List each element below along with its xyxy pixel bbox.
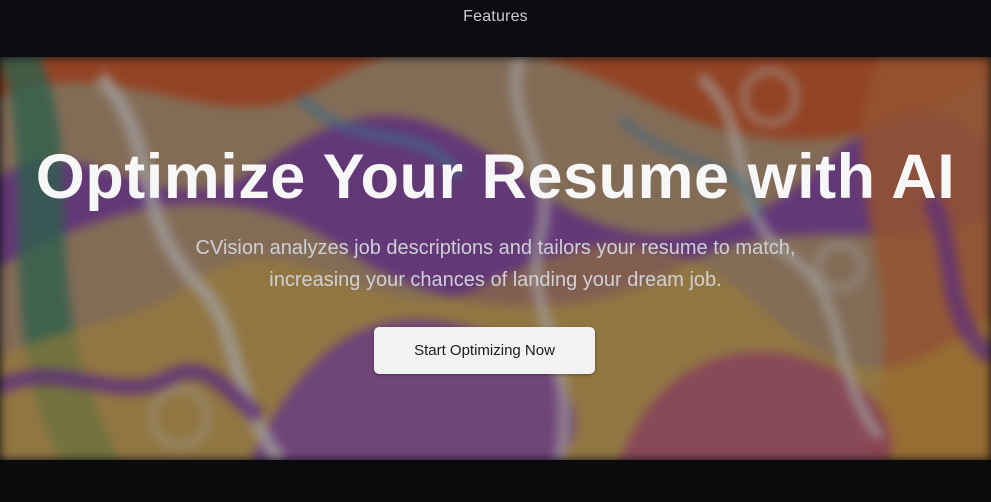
- start-optimizing-button[interactable]: Start Optimizing Now: [374, 327, 595, 374]
- hero-subtitle: CVision analyzes job descriptions and ta…: [0, 232, 991, 296]
- hero-title: Optimize Your Resume with AI: [35, 142, 956, 212]
- hero-subtitle-line-1: CVision analyzes job descriptions and ta…: [195, 237, 796, 259]
- top-navigation-bar: Features: [0, 0, 991, 57]
- nav-link-features[interactable]: Features: [0, 8, 991, 26]
- hero-subtitle-line-2: increasing your chances of landing your …: [269, 269, 722, 291]
- bottom-dark-band: [0, 460, 991, 502]
- hero-section: Optimize Your Resume with AI CVision ana…: [0, 57, 991, 460]
